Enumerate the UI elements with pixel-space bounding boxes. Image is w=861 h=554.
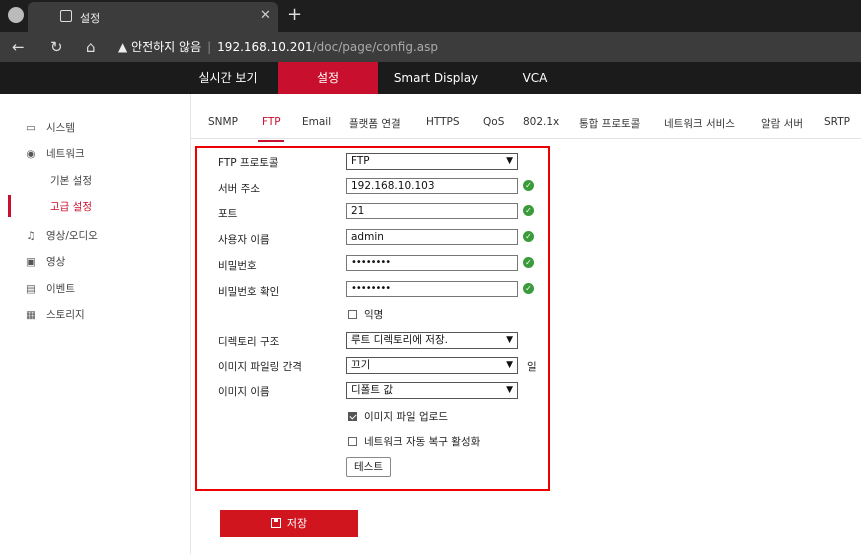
directory-select[interactable]: 루트 디렉토리에 저장. ▼ [346, 332, 518, 349]
sidebar-active-marker [8, 195, 11, 217]
image-icon: ▣ [26, 256, 36, 268]
tab-srtp[interactable]: SRTP [824, 116, 850, 128]
username-input[interactable]: admin [346, 229, 518, 245]
nav-live-view[interactable]: 실시간 보기 [192, 62, 264, 94]
sidebar-item-basic-settings[interactable]: 기본 설정 [50, 171, 92, 191]
protocol-label: FTP 프로토콜 [218, 157, 279, 169]
chevron-down-icon: ▼ [506, 385, 513, 395]
save-icon [270, 518, 281, 528]
upload-checkbox[interactable] [348, 412, 357, 421]
nav-smart-display[interactable]: Smart Display [388, 62, 484, 94]
image-name-label: 이미지 이름 [218, 386, 270, 398]
anonymous-checkbox[interactable] [348, 310, 357, 319]
reload-icon[interactable]: ↻ [50, 38, 63, 56]
sidebar-item-video-audio[interactable]: ♫ 영상/오디오 [24, 226, 98, 246]
interval-label: 이미지 파일링 간격 [218, 361, 302, 373]
calendar-icon: ▤ [26, 283, 36, 295]
nav-vca[interactable]: VCA [510, 62, 560, 94]
security-warning: 안전하지 않음 [131, 40, 202, 54]
save-button[interactable]: 저장 [220, 510, 358, 537]
interval-unit: 일 [527, 361, 537, 373]
sidebar-item-storage[interactable]: ▦ 스토리지 [24, 305, 85, 325]
tab-close-icon[interactable]: ✕ [260, 8, 271, 23]
url-host: 192.168.10.201 [217, 40, 313, 54]
directory-label: 디렉토리 구조 [218, 336, 280, 348]
active-tab-underline [258, 140, 284, 142]
check-icon: ✓ [523, 257, 534, 268]
anonymous-label: 익명 [364, 309, 384, 321]
test-button[interactable]: 테스트 [346, 457, 391, 477]
check-icon: ✓ [523, 283, 534, 294]
upload-label: 이미지 파일 업로드 [364, 411, 448, 423]
check-icon: ✓ [523, 231, 534, 242]
disk-icon: ▦ [26, 309, 36, 321]
browser-tab[interactable]: 설정 ✕ [28, 2, 278, 32]
monitor-icon: ▭ [26, 122, 36, 134]
nav-settings[interactable]: 설정 [278, 62, 378, 94]
sidebar-item-event[interactable]: ▤ 이벤트 [24, 279, 75, 299]
tab-8021x[interactable]: 802.1x [523, 116, 559, 128]
tab-https[interactable]: HTTPS [426, 116, 460, 128]
password-confirm-label: 비밀번호 확인 [218, 286, 280, 298]
tab-platform[interactable]: 플랫폼 연결 [349, 116, 401, 131]
port-label: 포트 [218, 208, 238, 220]
tab-favicon-icon [60, 10, 72, 22]
warning-icon: ▲ [118, 40, 128, 54]
chevron-down-icon: ▼ [506, 156, 513, 166]
tab-snmp[interactable]: SNMP [208, 116, 238, 128]
recovery-checkbox[interactable] [348, 437, 357, 446]
tab-ftp[interactable]: FTP [262, 116, 281, 128]
tab-title: 설정 [80, 12, 101, 25]
recovery-label: 네트워크 자동 복구 활성화 [364, 436, 481, 448]
username-label: 사용자 이름 [218, 234, 270, 246]
sidebar-item-system[interactable]: ▭ 시스템 [24, 118, 75, 138]
profile-icon[interactable] [8, 7, 24, 23]
image-name-select[interactable]: 디폴트 값 ▼ [346, 382, 518, 399]
password-confirm-input[interactable]: •••••••• [346, 281, 518, 297]
new-tab-icon[interactable]: + [287, 4, 302, 25]
browser-tab-bar: 설정 ✕ + [0, 0, 861, 32]
microphone-icon: ♫ [26, 230, 36, 242]
interval-select[interactable]: 끄기 ▼ [346, 357, 518, 374]
globe-icon: ◉ [26, 148, 36, 160]
password-input[interactable]: •••••••• [346, 255, 518, 271]
sidebar-item-network[interactable]: ◉ 네트워크 [24, 144, 84, 164]
sidebar-item-image[interactable]: ▣ 영상 [24, 252, 65, 272]
tab-integration[interactable]: 통합 프로토콜 [579, 116, 640, 131]
server-address-input[interactable]: 192.168.10.103 [346, 178, 518, 194]
server-address-label: 서버 주소 [218, 183, 260, 195]
password-label: 비밀번호 [218, 260, 257, 272]
address-bar-row: ← ↻ ⌂ ▲ 안전하지 않음 | 192.168.10.201/doc/page/… [0, 32, 861, 62]
back-icon[interactable]: ← [12, 38, 25, 56]
chevron-down-icon: ▼ [506, 335, 513, 345]
tab-network-service[interactable]: 네트워크 서비스 [664, 116, 735, 131]
port-input[interactable]: 21 [346, 203, 518, 219]
main-nav: 실시간 보기 설정 Smart Display VCA [0, 62, 861, 94]
check-icon: ✓ [523, 180, 534, 191]
check-icon: ✓ [523, 205, 534, 216]
home-icon[interactable]: ⌂ [86, 38, 96, 56]
url-path: /doc/page/config.asp [312, 40, 439, 54]
tab-qos[interactable]: QoS [483, 116, 504, 128]
protocol-select[interactable]: FTP ▼ [346, 153, 518, 170]
tab-email[interactable]: Email [302, 116, 331, 128]
sidebar-item-advanced-settings[interactable]: 고급 설정 [50, 197, 92, 217]
chevron-down-icon: ▼ [506, 360, 513, 370]
tab-alarm-server[interactable]: 알람 서버 [761, 116, 803, 131]
address-field[interactable]: ▲ 안전하지 않음 | 192.168.10.201/doc/page/config… [118, 38, 438, 55]
